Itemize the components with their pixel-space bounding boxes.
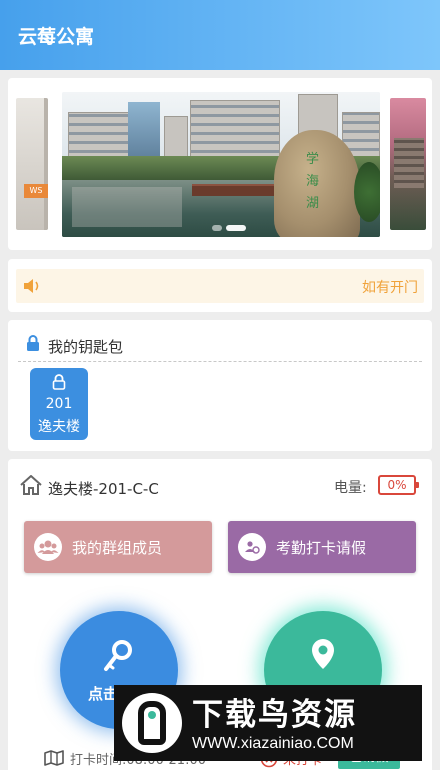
carousel-current-slide[interactable]: 学 海 湖 [62, 92, 380, 237]
room-title: 逸夫楼-201-C-C [48, 480, 159, 498]
group-members-button[interactable]: 我的群组成员 [24, 521, 212, 573]
key-icon [104, 640, 132, 671]
engraved-rock: 学 海 湖 [274, 130, 360, 237]
key-building-name: 逸夫楼 [38, 419, 80, 435]
app-header: 云莓公寓 [0, 0, 440, 70]
divider [18, 361, 422, 362]
watermark-logo [122, 693, 182, 753]
banner-tag: WS [24, 184, 48, 198]
carousel-prev-slide[interactable]: WS [16, 98, 48, 230]
watermark-overlay: 下载鸟资源 WWW.xiazainiao.COM [114, 685, 422, 761]
carousel-dots[interactable] [212, 224, 252, 232]
key-room-number: 201 [45, 396, 73, 412]
lock-icon [27, 335, 39, 351]
app-title: 云莓公寓 [18, 26, 95, 48]
banner-carousel[interactable]: WS 学 海 湖 [8, 78, 432, 250]
speaker-icon [24, 279, 39, 293]
location-pin-icon [312, 639, 334, 669]
notice-bar: 如有开门 [8, 259, 432, 312]
attendance-button[interactable]: 考勤打卡请假 [228, 521, 416, 573]
carousel-dot-2 [226, 225, 246, 231]
carousel-next-slide[interactable] [390, 98, 426, 230]
watermark-url: WWW.xiazainiao.COM [192, 735, 354, 752]
key-wallet-title: 我的钥匙包 [48, 338, 124, 356]
lock-icon [52, 374, 66, 390]
attendance-icon [238, 533, 266, 561]
carousel-dot-1 [212, 225, 222, 231]
map-icon [44, 750, 64, 766]
key-tile[interactable]: 201 逸夫楼 [30, 368, 88, 440]
notice-text: 如有开门 [362, 280, 418, 296]
key-wallet: 我的钥匙包 201 逸夫楼 [8, 320, 432, 451]
group-members-label: 我的群组成员 [72, 539, 163, 557]
attendance-label: 考勤打卡请假 [276, 539, 367, 557]
group-icon [34, 533, 62, 561]
battery-indicator: 0% [378, 475, 419, 495]
watermark-title: 下载鸟资源 [192, 697, 357, 733]
power-label: 电量: [334, 480, 367, 496]
bridge-image [192, 184, 282, 196]
home-icon [20, 475, 42, 495]
